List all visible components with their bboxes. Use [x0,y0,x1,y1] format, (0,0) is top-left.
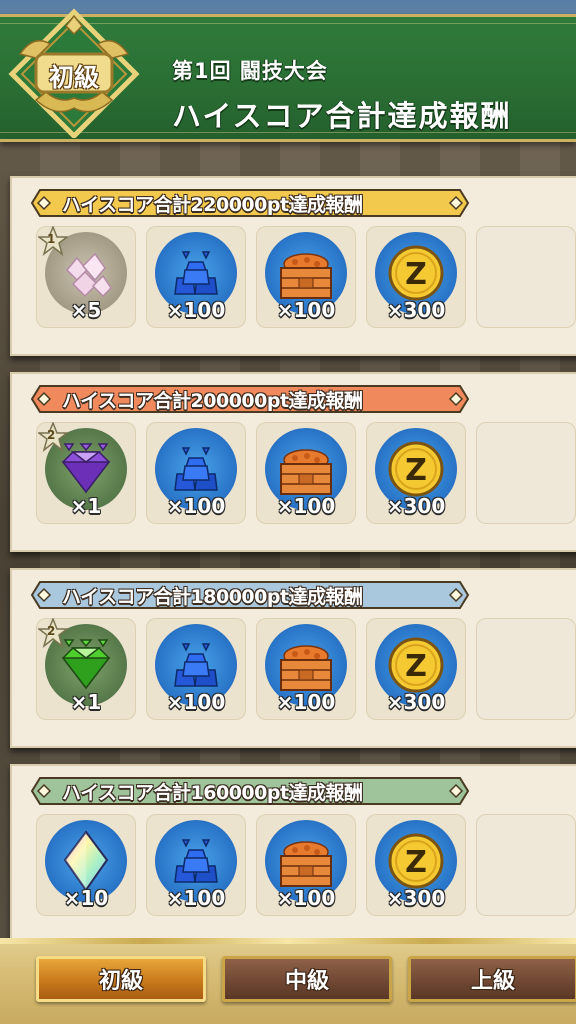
reward-slot[interactable]: ×100 [256,226,356,328]
reward-slot[interactable]: Z ×300 [366,226,466,328]
svg-text:Z: Z [405,649,427,684]
tier-title: ハイスコア合計180000pt達成報酬 [62,586,363,608]
reward-quantity: ×100 [166,690,226,714]
reward-tier-card: ハイスコア合計200000pt達成報酬 2 ×1 ×100 ×100 Z ×300 [10,372,576,552]
reward-quantity: ×300 [386,298,446,322]
reward-quantity: ×100 [166,494,226,518]
reward-slot[interactable]: ×100 [256,814,356,916]
svg-text:Z: Z [405,257,427,292]
reward-slot[interactable]: Z ×300 [366,618,466,720]
svg-text:Z: Z [405,845,427,880]
reward-slot[interactable]: 2 ×1 [36,618,136,720]
rarity-level: 2 [47,624,56,638]
tier-title: ハイスコア合計160000pt達成報酬 [62,782,363,804]
reward-slot[interactable]: ×100 [146,814,246,916]
reward-slot[interactable]: 1 ×5 [36,226,136,328]
reward-quantity: ×1 [70,690,102,714]
tier-banner: ハイスコア合計200000pt達成報酬 [30,384,470,414]
empty-reward-slot [476,226,576,328]
reward-tier-card: ハイスコア合計160000pt達成報酬 ×10 ×100 ×100 Z ×300 [10,764,576,944]
rarity-level: 1 [47,232,56,246]
reward-quantity: ×300 [386,886,446,910]
reward-slot[interactable]: ×100 [146,226,246,328]
reward-quantity: ×1 [70,494,102,518]
rank-emblem-icon: 初級 [6,8,142,140]
reward-slot[interactable]: Z ×300 [366,814,466,916]
reward-quantity: ×5 [70,298,102,322]
reward-slot[interactable]: ×100 [256,422,356,524]
tier-title: ハイスコア合計220000pt達成報酬 [62,194,363,216]
reward-quantity: ×300 [386,690,446,714]
reward-quantity: ×10 [63,886,109,910]
reward-slot[interactable]: 2 ×1 [36,422,136,524]
reward-quantity: ×100 [276,690,336,714]
reward-slot[interactable]: Z ×300 [366,422,466,524]
empty-reward-slot [476,422,576,524]
reward-tier-card: ハイスコア合計220000pt達成報酬 1 ×5 ×100 ×100 Z ×300 [10,176,576,356]
empty-reward-slot [476,618,576,720]
reward-quantity: ×100 [166,298,226,322]
empty-reward-slot [476,814,576,916]
reward-slot[interactable]: ×100 [256,618,356,720]
reward-quantity: ×100 [276,298,336,322]
reward-slot[interactable]: ×100 [146,618,246,720]
reward-quantity: ×300 [386,494,446,518]
tier-banner: ハイスコア合計220000pt達成報酬 [30,188,470,218]
tier-title: ハイスコア合計200000pt達成報酬 [62,390,363,412]
rarity-level: 2 [47,428,56,442]
reward-slot[interactable]: ×10 [36,814,136,916]
tab-beginner[interactable]: 初級 [36,956,206,1002]
event-subtitle: 第1回 闘技大会 [172,59,328,83]
reward-quantity: ×100 [166,886,226,910]
svg-text:Z: Z [405,453,427,488]
reward-quantity: ×100 [276,494,336,518]
page-title: ハイスコア合計達成報酬 [172,99,512,133]
reward-quantity: ×100 [276,886,336,910]
tier-banner: ハイスコア合計180000pt達成報酬 [30,580,470,610]
reward-tier-card: ハイスコア合計180000pt達成報酬 2 ×1 ×100 ×100 Z ×300 [10,568,576,748]
rank-badge-text: 初級 [48,63,99,92]
tab-advanced[interactable]: 上級 [408,956,576,1002]
reward-slot[interactable]: ×100 [146,422,246,524]
tier-banner: ハイスコア合計160000pt達成報酬 [30,776,470,806]
tab-intermediate[interactable]: 中級 [222,956,392,1002]
